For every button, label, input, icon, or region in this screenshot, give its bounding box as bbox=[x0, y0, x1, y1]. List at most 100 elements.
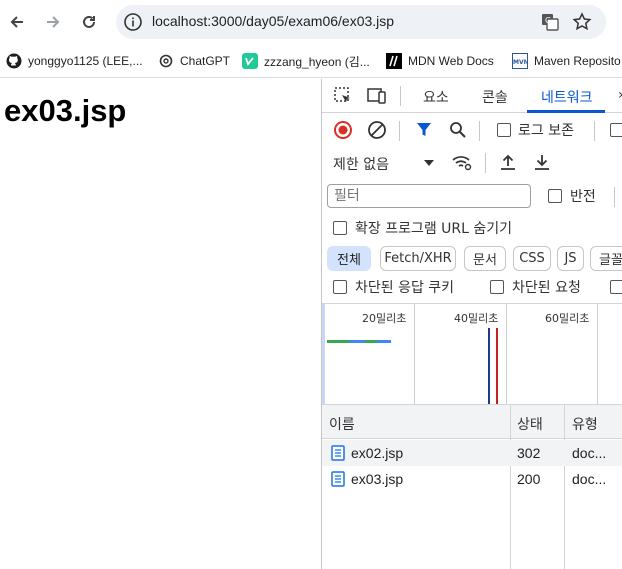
clear-icon[interactable] bbox=[366, 119, 388, 141]
tab-network[interactable]: 네트워크 bbox=[541, 87, 593, 107]
divider bbox=[594, 121, 595, 141]
svg-text:MVN: MVN bbox=[513, 59, 527, 66]
dom-content-loaded-marker bbox=[488, 328, 490, 404]
tick-label: 40밀리초 bbox=[454, 312, 499, 325]
request-bar bbox=[365, 340, 377, 343]
url-text[interactable]: localhost:3000/day05/exam06/ex03.jsp bbox=[152, 13, 394, 29]
mdn-icon bbox=[386, 53, 402, 69]
filter-chip-fetch-xhr[interactable]: Fetch/XHR bbox=[380, 246, 456, 271]
filter-input[interactable] bbox=[327, 184, 531, 208]
request-name: ex03.jsp bbox=[351, 471, 404, 487]
bookmark-label: yonggyo1125 (LEE,... bbox=[28, 54, 143, 68]
bookmark-label: zzzang_hyeon (김... bbox=[264, 54, 370, 69]
timeline-start-handle[interactable] bbox=[322, 304, 325, 404]
record-icon[interactable] bbox=[332, 119, 354, 141]
bookmark-mdn[interactable]: MDN Web Docs bbox=[386, 50, 494, 72]
bookmark-velog[interactable]: zzzang_hyeon (김... bbox=[242, 50, 370, 72]
divider bbox=[399, 121, 400, 141]
devtools-tab-bar: 요소 콘솔 네트워크 › bbox=[322, 79, 622, 113]
site-info-icon[interactable] bbox=[122, 11, 144, 33]
reload-icon bbox=[83, 15, 95, 28]
chatgpt-icon bbox=[158, 53, 174, 69]
preserve-log-checkbox[interactable] bbox=[497, 123, 511, 137]
download-icon[interactable] bbox=[531, 151, 553, 173]
network-overview-timeline[interactable]: 20밀리초 40밀리초 60밀리초 bbox=[322, 303, 622, 405]
filter-chip-js[interactable]: JS bbox=[557, 246, 584, 271]
request-bar bbox=[377, 340, 391, 343]
divider bbox=[485, 153, 486, 173]
bookmark-label: MDN Web Docs bbox=[408, 54, 494, 68]
bookmark-label: ChatGPT bbox=[180, 54, 231, 68]
divider bbox=[614, 187, 615, 207]
request-name: ex02.jsp bbox=[351, 445, 404, 461]
request-status: 302 bbox=[517, 445, 541, 461]
github-icon bbox=[6, 53, 22, 69]
hide-extension-urls-checkbox[interactable] bbox=[333, 221, 347, 235]
blocked-requests-label: 차단된 요청 bbox=[512, 280, 581, 296]
more-tabs-icon[interactable]: › bbox=[618, 87, 622, 103]
filter-funnel-icon[interactable] bbox=[413, 119, 435, 141]
chevron-down-icon[interactable] bbox=[418, 152, 440, 174]
divider bbox=[400, 86, 401, 106]
request-bar bbox=[349, 340, 365, 343]
document-icon bbox=[331, 471, 345, 491]
tab-console[interactable]: 콘솔 bbox=[482, 87, 508, 107]
request-type: doc... bbox=[572, 445, 607, 461]
page-content: ex03.jsp bbox=[0, 79, 321, 569]
device-toolbar-icon[interactable] bbox=[366, 85, 388, 107]
back-button[interactable] bbox=[5, 10, 29, 34]
inspect-element-icon[interactable] bbox=[332, 85, 354, 107]
divider bbox=[479, 121, 480, 141]
request-bar bbox=[327, 340, 349, 343]
maven-icon: MVN bbox=[512, 53, 528, 69]
requests-table-header: 이름 상태 유형 bbox=[322, 405, 622, 439]
column-header-type[interactable]: 유형 bbox=[572, 414, 598, 434]
active-tab-indicator bbox=[527, 110, 605, 113]
filter-chip-all[interactable]: 전체 bbox=[327, 246, 371, 271]
bookmarks-bar: yonggyo1125 (LEE,... ChatGPT zzzang_hyeo… bbox=[0, 44, 622, 78]
preserve-log-label: 로그 보존 bbox=[518, 123, 574, 139]
blocked-cookies-checkbox[interactable] bbox=[333, 280, 347, 294]
tick-label: 60밀리초 bbox=[545, 312, 590, 325]
tick-label: 20밀리초 bbox=[362, 312, 407, 325]
upload-icon[interactable] bbox=[497, 151, 519, 173]
forward-button[interactable] bbox=[41, 10, 65, 34]
filter-chip-doc[interactable]: 문서 bbox=[464, 246, 506, 271]
svg-text:G: G bbox=[545, 16, 551, 25]
bookmark-github[interactable]: yonggyo1125 (LEE,... bbox=[6, 50, 143, 72]
devtools-panel: 요소 콘솔 네트워크 › 로그 보존 제한 없음 반전 확장 프로그램 UR bbox=[321, 79, 622, 569]
table-row[interactable]: ex02.jsp 302 doc... bbox=[322, 440, 622, 466]
request-type: doc... bbox=[572, 471, 607, 487]
column-header-name[interactable]: 이름 bbox=[329, 414, 355, 434]
filter-chip-font[interactable]: 글꼴 bbox=[590, 246, 622, 271]
throttling-select[interactable]: 제한 없음 bbox=[333, 154, 389, 174]
bookmark-maven[interactable]: MVN Maven Reposito bbox=[512, 50, 621, 72]
bookmark-label: Maven Reposito bbox=[534, 54, 621, 68]
blocked-requests-checkbox[interactable] bbox=[490, 280, 504, 294]
search-icon[interactable] bbox=[447, 119, 469, 141]
bookmark-chatgpt[interactable]: ChatGPT bbox=[158, 50, 230, 72]
translate-icon[interactable]: G bbox=[540, 12, 560, 32]
disable-cache-checkbox[interactable] bbox=[610, 123, 622, 137]
tick-line bbox=[597, 304, 598, 404]
load-event-marker bbox=[496, 328, 498, 404]
column-header-status[interactable]: 상태 bbox=[517, 414, 543, 434]
tab-elements[interactable]: 요소 bbox=[423, 87, 449, 107]
invert-checkbox[interactable] bbox=[548, 189, 562, 203]
invert-label: 반전 bbox=[570, 189, 596, 205]
filter-chip-css[interactable]: CSS bbox=[513, 246, 551, 271]
third-party-checkbox[interactable] bbox=[610, 280, 622, 294]
blocked-cookies-label: 차단된 응답 쿠키 bbox=[355, 280, 455, 296]
arrow-left-icon bbox=[10, 16, 23, 28]
request-status: 200 bbox=[517, 471, 541, 487]
velog-icon bbox=[242, 53, 258, 69]
document-icon bbox=[331, 445, 345, 465]
hide-extension-urls-label: 확장 프로그램 URL 숨기기 bbox=[355, 221, 513, 237]
tick-line bbox=[414, 304, 415, 404]
network-conditions-icon[interactable] bbox=[451, 151, 473, 173]
bookmark-star-icon[interactable] bbox=[572, 12, 592, 32]
table-row[interactable]: ex03.jsp 200 doc... bbox=[322, 466, 622, 492]
reload-button[interactable] bbox=[77, 10, 101, 34]
address-bar[interactable]: localhost:3000/day05/exam06/ex03.jsp G bbox=[116, 5, 606, 39]
arrow-right-icon bbox=[47, 16, 60, 28]
